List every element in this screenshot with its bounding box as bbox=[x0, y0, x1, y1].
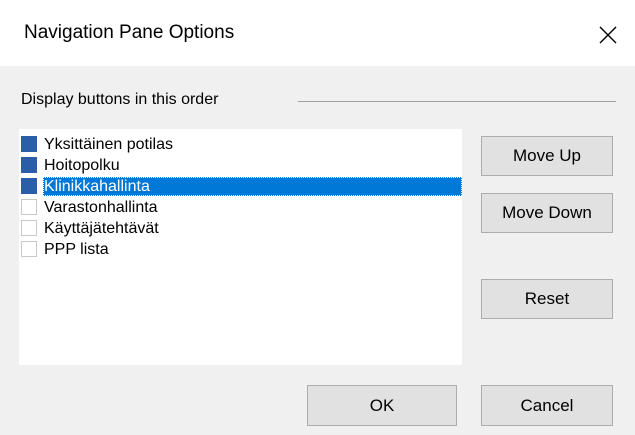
list-item[interactable]: Hoitopolku bbox=[19, 155, 462, 176]
close-button[interactable] bbox=[588, 19, 628, 51]
ok-button[interactable]: OK bbox=[307, 385, 457, 426]
checkbox[interactable] bbox=[21, 199, 37, 215]
reset-button[interactable]: Reset bbox=[481, 279, 613, 319]
move-down-button[interactable]: Move Down bbox=[481, 193, 613, 233]
checkbox[interactable] bbox=[21, 136, 37, 152]
list-item[interactable]: Varastonhallinta bbox=[19, 197, 462, 218]
cancel-button[interactable]: Cancel bbox=[481, 385, 613, 426]
close-icon bbox=[599, 26, 617, 44]
list-item[interactable]: Yksittäinen potilas bbox=[19, 134, 462, 155]
group-divider bbox=[298, 101, 616, 102]
group-label: Display buttons in this order bbox=[21, 91, 219, 108]
list-item-label: Hoitopolku bbox=[44, 157, 120, 174]
move-up-button[interactable]: Move Up bbox=[481, 136, 613, 176]
list-item-label: Klinikkahallinta bbox=[43, 177, 462, 196]
list-item[interactable]: Käyttäjätehtävät bbox=[19, 218, 462, 239]
checkbox[interactable] bbox=[21, 220, 37, 236]
list-item-label: Yksittäinen potilas bbox=[44, 136, 173, 153]
button-order-list[interactable]: Yksittäinen potilas Hoitopolku Klinikkah… bbox=[19, 129, 462, 365]
dialog-title: Navigation Pane Options bbox=[24, 22, 235, 43]
title-bar: Navigation Pane Options bbox=[0, 0, 635, 66]
list-item-label: Käyttäjätehtävät bbox=[44, 220, 159, 237]
checkbox[interactable] bbox=[21, 178, 37, 194]
list-item[interactable]: PPP lista bbox=[19, 239, 462, 260]
checkbox[interactable] bbox=[21, 157, 37, 173]
list-item-selected[interactable]: Klinikkahallinta bbox=[19, 176, 462, 197]
checkbox[interactable] bbox=[21, 241, 37, 257]
list-item-label: Varastonhallinta bbox=[44, 199, 158, 216]
list-item-label: PPP lista bbox=[44, 241, 109, 258]
